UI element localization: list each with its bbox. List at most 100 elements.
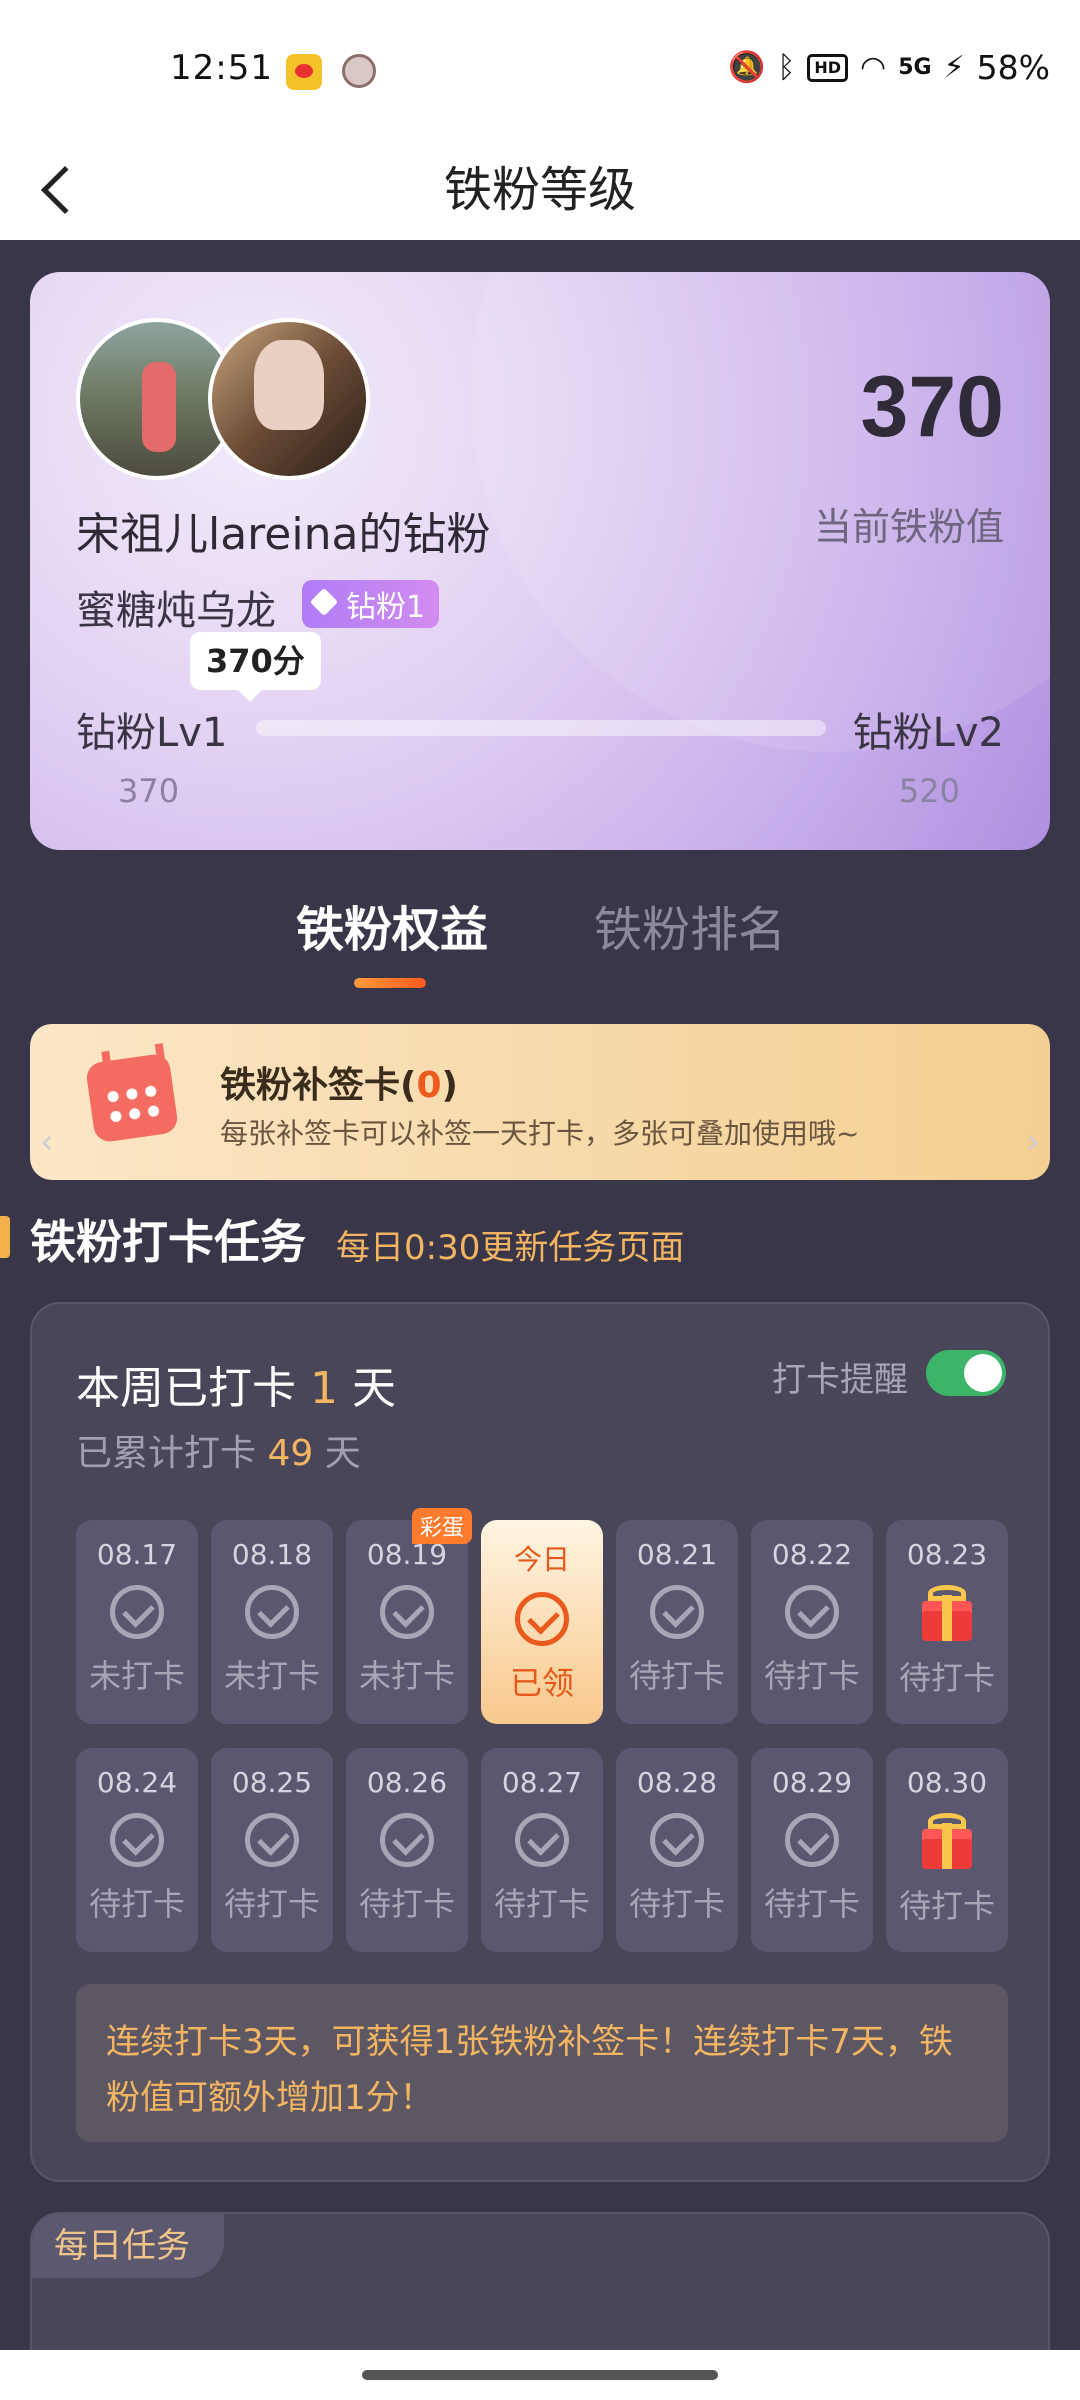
remind-toggle[interactable] [926,1350,1006,1396]
current-level-value: 370 [118,772,180,810]
fan-level-badge: 钻粉1 [302,580,440,628]
checkin-day-status: 待打卡 [628,1657,725,1695]
checkin-day-date: 08.30 [906,1766,988,1799]
current-level-label: 钻粉Lv1 [76,710,228,756]
checkin-day[interactable]: 08.23 待打卡 [886,1520,1008,1724]
tab-ranking[interactable]: 铁粉排名 [594,890,786,960]
signal-icon: 5G [898,55,932,80]
check-icon [785,1813,839,1867]
checkin-day-status: 待打卡 [898,1659,995,1697]
mute-icon: 🔕 [727,50,766,85]
checkin-tip: 连续打卡3天，可获得1张铁粉补签卡！连续打卡7天，铁粉值可额外增加1分！ [76,1984,1008,2142]
checkin-day-status: 待打卡 [763,1657,860,1695]
checkin-day-date: 08.27 [501,1766,583,1799]
next-level-label: 钻粉Lv2 [852,710,1004,756]
week-checkin-count: 本周已打卡 1 天 [76,1363,396,1414]
section-accent-bar [0,1216,10,1258]
check-icon [650,1585,704,1639]
makeup-card-banner[interactable]: 铁粉补签卡(0) 每张补签卡可以补签一天打卡，多张可叠加使用哦~ [30,1024,1050,1180]
checkin-day-status: 未打卡 [223,1657,320,1695]
checkin-calendar: 08.17 未打卡 08.18 未打卡 彩蛋 08.19 未打卡 今日 已领 08.21 待打卡 08… [76,1508,1008,1952]
section-title: 铁粉打卡任务 [30,1215,306,1269]
checkin-day[interactable]: 08.22 待打卡 [751,1520,873,1724]
checkin-day-date: 08.26 [366,1766,448,1799]
star-avatar[interactable] [208,318,370,480]
checkin-day[interactable]: 08.21 待打卡 [616,1520,738,1724]
checkin-day-status: 未打卡 [88,1657,185,1695]
fan-badge-label: 钻粉1 [346,590,426,625]
check-icon [650,1813,704,1867]
fan-score-label: 当前铁粉值 [813,505,1004,549]
gift-icon [918,1585,976,1641]
remind-label: 打卡提醒 [772,1360,908,1400]
checkin-day[interactable]: 彩蛋 08.19 未打卡 [346,1508,472,1724]
checkin-day[interactable]: 08.24 待打卡 [76,1748,198,1952]
battery-percent: 58% [976,48,1050,87]
top-nav: 铁粉等级 [0,140,1080,240]
wifi-icon: ◠ [860,50,887,85]
check-icon [380,1813,434,1867]
total-checkin-count: 已累计打卡 49 天 [76,1433,361,1474]
checkin-day-status: 待打卡 [223,1885,320,1923]
checkin-day[interactable]: 今日 已领 [481,1520,603,1724]
home-indicator [0,2350,1080,2400]
check-icon [245,1585,299,1639]
makeup-card-count: 0 [416,1065,442,1106]
gift-icon [918,1813,976,1869]
daily-tasks-tag: 每日任务 [32,2214,224,2278]
check-icon [110,1813,164,1867]
checkin-day-status: 未打卡 [358,1657,455,1695]
fan-title: 宋祖儿lareina的钻粉 [76,509,491,560]
checkin-day[interactable]: 08.17 未打卡 [76,1520,198,1724]
status-icons: 🔕 ᛒ HD ◠ 5G ⚡ 58% [728,48,1050,87]
check-icon [110,1585,164,1639]
checkin-day-date: 08.29 [771,1766,853,1799]
checkin-day-status: 待打卡 [628,1885,725,1923]
prev-week-chevron-icon[interactable]: ‹ [40,1122,54,1162]
checkin-day[interactable]: 08.26 待打卡 [346,1748,468,1952]
check-icon [515,1813,569,1867]
page-title: 铁粉等级 [443,162,636,218]
next-week-chevron-icon[interactable]: › [1026,1122,1040,1162]
checkin-day-status: 待打卡 [898,1887,995,1925]
tab-benefits[interactable]: 铁粉权益 [296,890,488,960]
weibo-app-icon [286,54,322,90]
makeup-card-title: 铁粉补签卡(0) [220,1065,458,1106]
fan-level-card: 宋祖儿lareina的钻粉 蜜糖炖乌龙 钻粉1 370 当前铁粉值 370分 钻… [30,272,1050,850]
active-tab-indicator [354,978,426,988]
score-tooltip: 370分 [190,632,321,702]
checkin-day-date: 08.28 [636,1766,718,1799]
checkin-day-date: 今日 [513,1543,570,1576]
checkin-day[interactable]: 08.18 未打卡 [211,1520,333,1724]
checkin-day[interactable]: 08.29 待打卡 [751,1748,873,1952]
fan-score: 370 [860,359,1005,455]
status-time: 12:51 [170,48,273,88]
checkin-day[interactable]: 08.28 待打卡 [616,1748,738,1952]
calendar-icon [84,1052,180,1144]
checkin-tip-text: 连续打卡3天，可获得1张铁粉补签卡！连续打卡7天，铁粉值可额外增加1分！ [106,2022,953,2118]
check-icon [785,1585,839,1639]
checkin-day-date: 08.18 [231,1538,313,1571]
check-icon [515,1592,569,1646]
check-icon [380,1585,434,1639]
checkin-day-date: 08.21 [636,1538,718,1571]
checkin-day[interactable]: 08.27 待打卡 [481,1748,603,1952]
checkin-day-status: 待打卡 [763,1885,860,1923]
makeup-card-desc: 每张补签卡可以补签一天打卡，多张可叠加使用哦~ [220,1117,860,1150]
check-icon [245,1813,299,1867]
checkin-day-status: 待打卡 [493,1885,590,1923]
checkin-day-status: 待打卡 [88,1885,185,1923]
easter-egg-badge: 彩蛋 [411,1508,472,1544]
checkin-day-status: 已领 [509,1664,574,1702]
bluetooth-icon: ᛒ [777,50,796,85]
checkin-day[interactable]: 08.30 待打卡 [886,1748,1008,1952]
checkin-day-date: 08.25 [231,1766,313,1799]
checkin-day[interactable]: 08.25 待打卡 [211,1748,333,1952]
checkin-day-status: 待打卡 [358,1885,455,1923]
checkin-day-date: 08.23 [906,1538,988,1571]
charging-icon: ⚡ [943,50,965,85]
section-subtitle: 每日0:30更新任务页面 [336,1228,685,1268]
user-nickname: 蜜糖炖乌龙 [76,588,276,634]
level-progress-bar [256,720,826,736]
avatar-notification-icon [342,54,376,88]
